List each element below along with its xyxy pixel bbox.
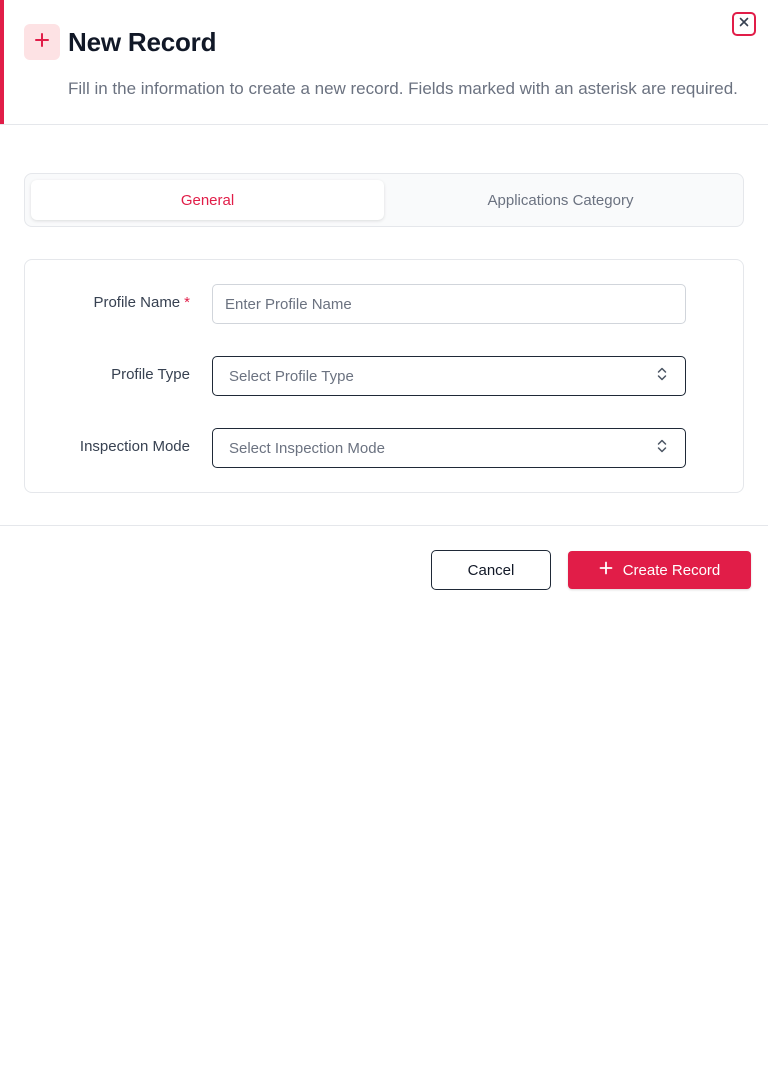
dialog-title: New Record [68,27,217,57]
create-record-button[interactable]: Create Record [568,551,751,589]
inspection-mode-row: Inspection Mode Select Inspection Mode [25,428,745,468]
plus-icon [34,32,50,53]
inspection-mode-placeholder: Select Inspection Mode [229,439,385,457]
profile-type-placeholder: Select Profile Type [229,367,354,385]
create-record-label: Create Record [622,561,721,579]
dialog-header: New Record Fill in the information to cr… [0,0,768,125]
cancel-button[interactable]: Cancel [431,550,551,590]
inspection-mode-label: Inspection Mode [79,438,190,455]
profile-name-input[interactable] [212,284,686,324]
profile-type-select[interactable]: Select Profile Type [212,356,686,396]
plus-icon [599,561,613,579]
tab-applications-category[interactable]: Applications Category [384,180,737,220]
dialog-description: Fill in the information to create a new … [68,79,738,98]
profile-type-label: Profile Type [111,366,190,383]
inspection-mode-select[interactable]: Select Inspection Mode [212,428,686,468]
chevron-updown-icon [655,438,669,458]
tab-list: General Applications Category [24,173,744,227]
new-record-dialog: New Record Fill in the information to cr… [0,0,768,1080]
accent-bar [0,0,4,124]
profile-name-row: Profile Name * [25,284,745,324]
chevron-updown-icon [655,366,669,386]
profile-type-row: Profile Type Select Profile Type [25,356,745,396]
close-icon [738,15,750,33]
required-marker: * [184,294,190,311]
profile-name-label: Profile Name * [93,294,190,311]
close-button[interactable] [732,12,756,36]
tab-general[interactable]: General [31,180,384,220]
general-form: Profile Name* Profile Type Select Profil… [24,259,744,493]
header-icon-box [24,24,60,60]
dialog-footer: Cancel Create Record [0,525,768,610]
